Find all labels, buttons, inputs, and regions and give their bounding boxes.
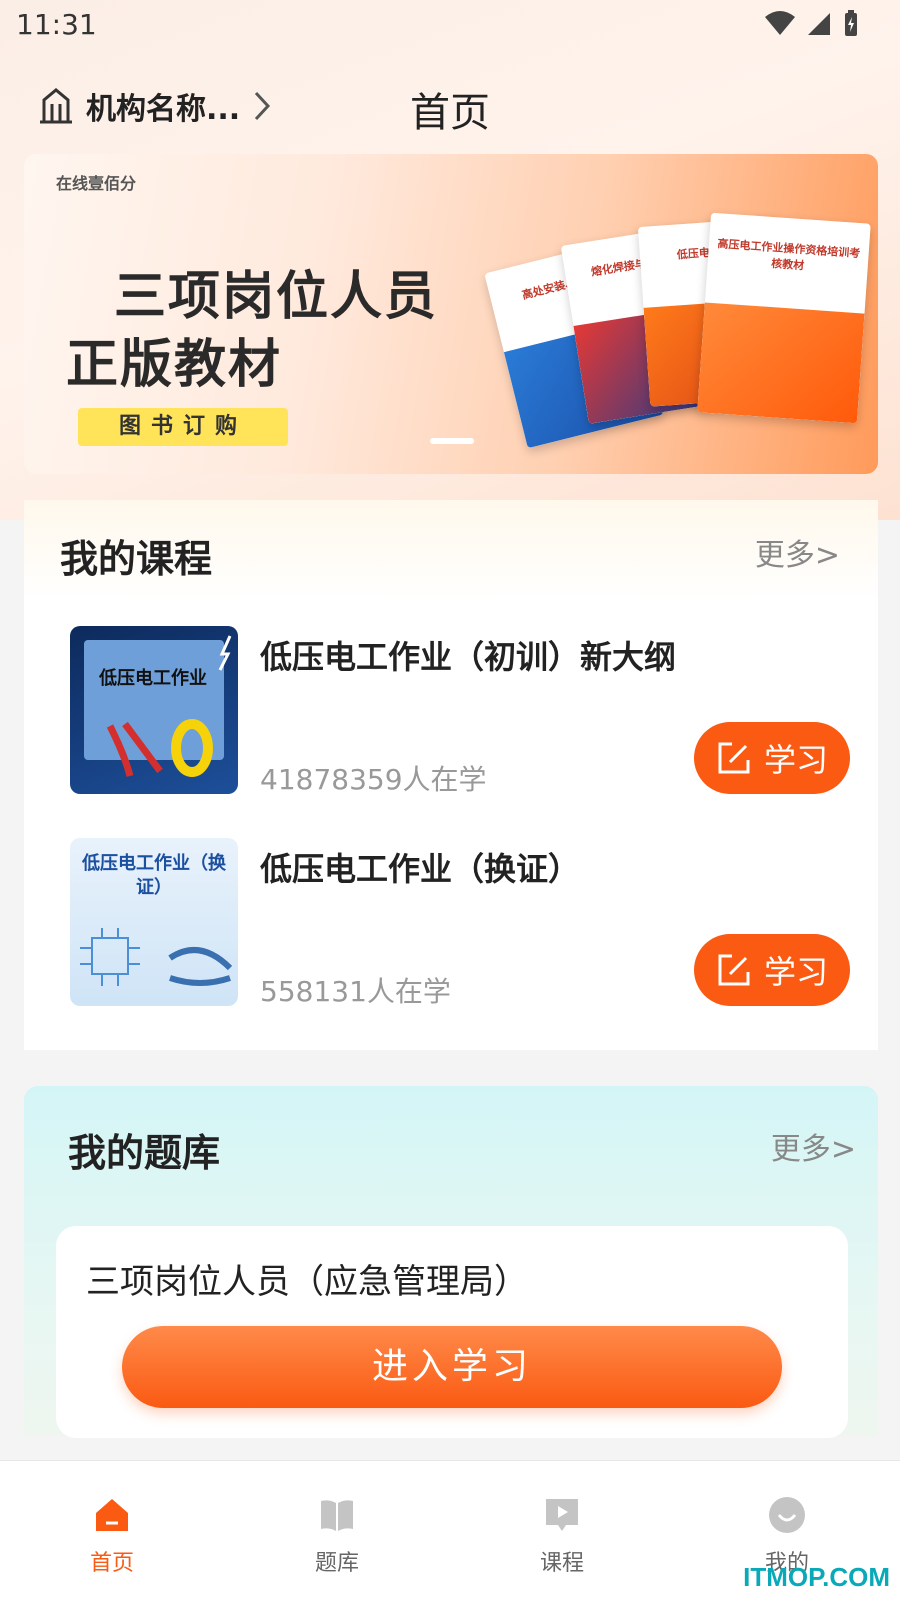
book-title: 高压电工作业操作资格培训考核教材 [717, 237, 861, 273]
tab-courses[interactable]: 课程 [502, 1495, 622, 1577]
book-cover: 高压电工作业操作资格培训考核教材 [697, 212, 871, 424]
carousel-indicator[interactable] [430, 438, 474, 444]
tab-label: 首页 [89, 1551, 134, 1576]
course-title: 低压电工作业（换证） [260, 850, 581, 888]
question-bank-item: 三项岗位人员（应急管理局） 进入学习 [56, 1226, 848, 1438]
section-title: 我的题库 [68, 1131, 221, 1175]
edit-icon [718, 742, 750, 774]
wifi-icon [765, 11, 795, 35]
edit-icon [718, 954, 750, 986]
my-courses-section: 我的课程 更多> 低压电工作业 低压电工作业（初训）新大纲 41878359人在… [24, 500, 878, 1050]
banner-brand: 在线壹佰分 [56, 174, 137, 193]
study-button[interactable]: 学习 [694, 722, 850, 794]
play-icon [546, 1499, 578, 1531]
tab-question-bank[interactable]: 题库 [277, 1495, 397, 1577]
org-selector[interactable]: 机构名称... [36, 84, 274, 128]
section-title: 我的课程 [60, 537, 213, 581]
course-item[interactable]: 低压电工作业 低压电工作业（初训）新大纲 41878359人在学 学习 [70, 626, 850, 796]
learner-count: 41878359人在学 [260, 763, 487, 796]
institution-icon [40, 88, 72, 124]
more-link[interactable]: 更多> [771, 1124, 856, 1168]
watermark: ITMOP.COM [743, 1562, 890, 1592]
course-item[interactable]: 低压电工作业（换证） 低压电工作业（换证） 558131人在学 学习 [70, 838, 850, 1008]
study-button-label: 学习 [763, 741, 828, 779]
pliers-icon [106, 635, 232, 777]
status-time: 11:31 [16, 8, 97, 41]
tab-home[interactable]: 首页 [52, 1495, 172, 1577]
study-button[interactable]: 学习 [694, 934, 850, 1006]
more-link[interactable]: 更多> [755, 530, 840, 574]
org-name: 机构名称... [86, 92, 241, 127]
study-button-label: 学习 [763, 953, 828, 991]
status-icons [764, 10, 860, 38]
banner-order-button[interactable]: 图书订购 [78, 408, 288, 446]
signal-icon [808, 13, 830, 35]
my-question-bank-section: 我的题库 更多> 三项岗位人员（应急管理局） 进入学习 [24, 1086, 878, 1438]
book-icon [321, 1500, 353, 1531]
question-bank-name: 三项岗位人员（应急管理局） [86, 1262, 528, 1302]
home-icon [96, 1499, 128, 1531]
banner-headline-2: 正版教材 [66, 335, 283, 395]
course-title: 低压电工作业（初训）新大纲 [260, 638, 677, 676]
course-thumbnail: 低压电工作业（换证） [70, 838, 238, 1006]
circuit-icon [80, 928, 233, 986]
learner-count: 558131人在学 [260, 975, 451, 1008]
battery-icon [845, 10, 857, 36]
tab-label: 课程 [539, 1551, 584, 1576]
smile-icon [769, 1497, 805, 1533]
banner-books: 高处安装、维护 熔化焊接与热切割 低压电工作业 高压电工作业操作资格培训考核教材 [484, 212, 874, 474]
status-bar: 11:31 [0, 0, 900, 50]
banner-headline-1: 三项岗位人员 [114, 267, 439, 327]
chevron-right-icon [255, 91, 271, 121]
tab-label: 题库 [314, 1551, 359, 1576]
course-thumbnail: 低压电工作业 [70, 626, 238, 794]
enter-study-button[interactable]: 进入学习 [122, 1326, 782, 1408]
promo-banner[interactable]: 在线壹佰分 三项岗位人员 正版教材 图书订购 高处安装、维护 熔化焊接与热切割 … [24, 154, 878, 474]
header: 首页 机构名称... [0, 70, 900, 140]
